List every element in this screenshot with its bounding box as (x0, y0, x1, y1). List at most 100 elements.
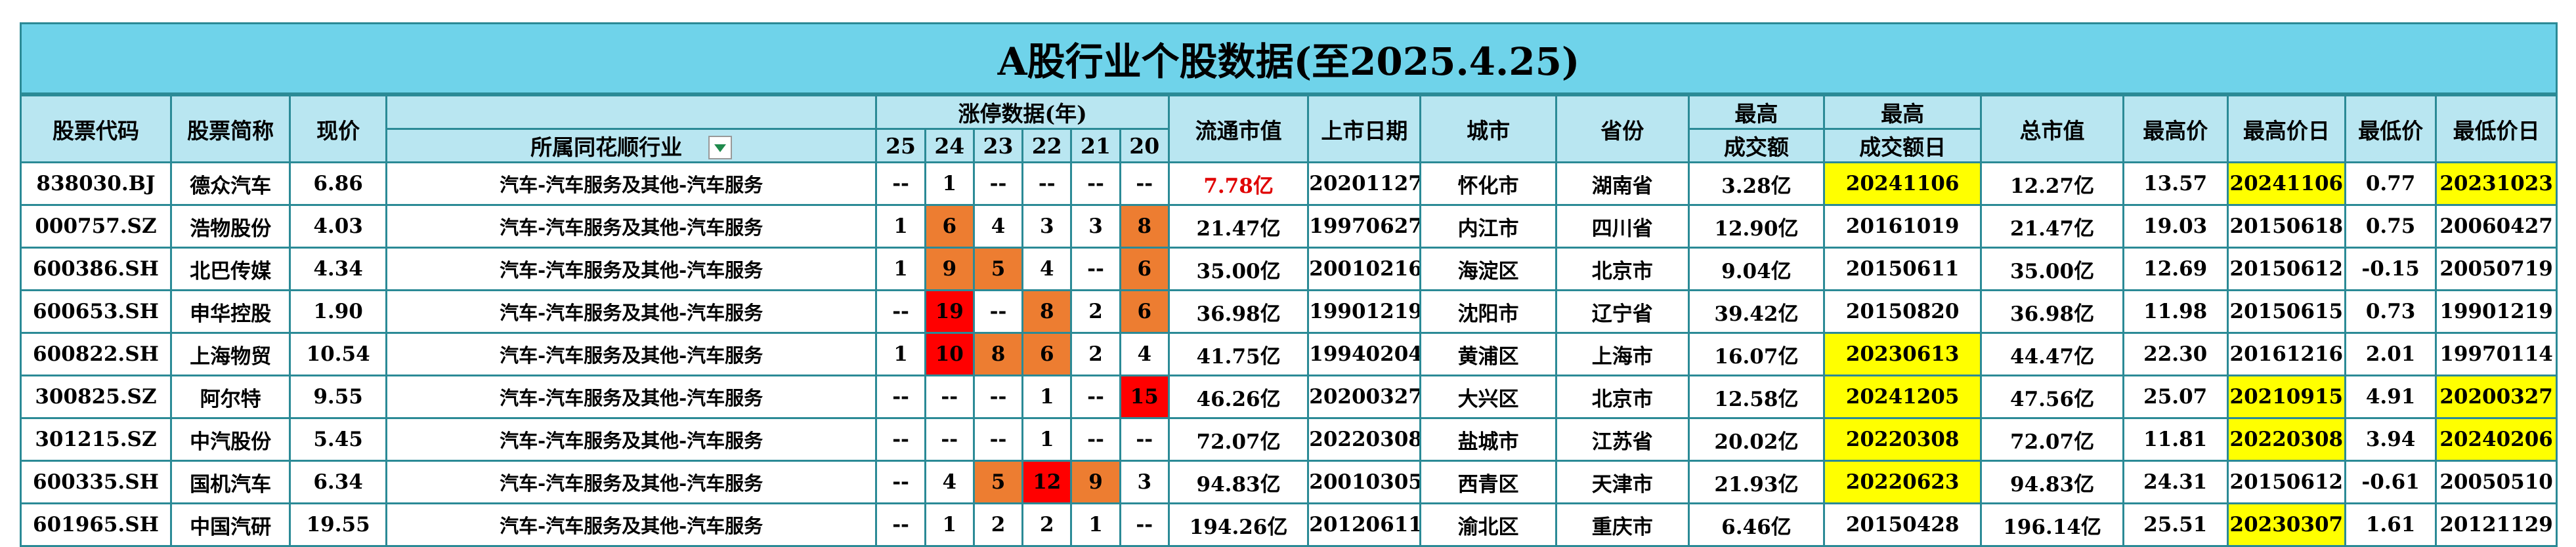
cell-limit-24[interactable]: -- (924, 375, 975, 419)
header-max-turnover[interactable]: 成交额 (1687, 128, 1826, 163)
cell-city[interactable]: 怀化市 (1419, 161, 1557, 206)
cell-limit-22[interactable]: 6 (1021, 332, 1073, 376)
cell-max-turnover-date[interactable]: 20150428 (1823, 502, 1983, 547)
cell-max-turnover-date[interactable]: 20161019 (1823, 204, 1983, 249)
cell-limit-23[interactable]: -- (972, 375, 1024, 419)
cell-province[interactable]: 辽宁省 (1555, 289, 1690, 334)
cell-limit-20[interactable]: 4 (1119, 332, 1170, 376)
header-province[interactable]: 省份 (1555, 94, 1690, 163)
cell-low-date[interactable]: 20050510 (2435, 460, 2558, 504)
cell-low-date[interactable]: 20200327 (2435, 375, 2558, 419)
cell-industry[interactable]: 汽车-汽车服务及其他-汽车服务 (385, 417, 878, 462)
cell-max-turnover[interactable]: 3.28亿 (1687, 161, 1826, 206)
header-year-21[interactable]: 21 (1070, 128, 1121, 163)
cell-code[interactable]: 838030.BJ (20, 161, 172, 206)
cell-high-date[interactable]: 20230307 (2226, 502, 2347, 547)
cell-float-cap[interactable]: 41.75亿 (1167, 332, 1310, 376)
cell-industry[interactable]: 汽车-汽车服务及其他-汽车服务 (385, 460, 878, 504)
cell-price[interactable]: 6.86 (289, 161, 387, 206)
cell-low-date[interactable]: 19970114 (2435, 332, 2558, 376)
cell-limit-24[interactable]: 10 (924, 332, 975, 376)
cell-limit-25[interactable]: -- (875, 289, 926, 334)
cell-high-price[interactable]: 11.98 (2122, 289, 2229, 334)
cell-industry[interactable]: 汽车-汽车服务及其他-汽车服务 (385, 332, 878, 376)
cell-limit-22[interactable]: 2 (1021, 502, 1073, 547)
header-year-23[interactable]: 23 (972, 128, 1024, 163)
cell-limit-25[interactable]: 1 (875, 332, 926, 376)
cell-limit-23[interactable]: -- (972, 289, 1024, 334)
cell-limit-23[interactable]: 4 (972, 204, 1024, 249)
cell-limit-25[interactable]: -- (875, 417, 926, 462)
cell-low-date[interactable]: 20060427 (2435, 204, 2558, 249)
header-code[interactable]: 股票代码 (20, 94, 172, 163)
cell-total-cap[interactable]: 12.27亿 (1980, 161, 2124, 206)
cell-limit-24[interactable]: 4 (924, 460, 975, 504)
cell-limit-22[interactable]: 8 (1021, 289, 1073, 334)
cell-low-price[interactable]: -0.61 (2344, 460, 2437, 504)
cell-limit-21[interactable]: -- (1070, 247, 1121, 291)
cell-limit-24[interactable]: 9 (924, 247, 975, 291)
cell-city[interactable]: 黄浦区 (1419, 332, 1557, 376)
cell-province[interactable]: 湖南省 (1555, 161, 1690, 206)
cell-industry[interactable]: 汽车-汽车服务及其他-汽车服务 (385, 375, 878, 419)
cell-limit-22[interactable]: 3 (1021, 204, 1073, 249)
cell-max-turnover-date[interactable]: 20220623 (1823, 460, 1983, 504)
cell-limit-25[interactable]: -- (875, 502, 926, 547)
cell-total-cap[interactable]: 72.07亿 (1980, 417, 2124, 462)
cell-limit-20[interactable]: 15 (1119, 375, 1170, 419)
cell-low-price[interactable]: 0.77 (2344, 161, 2437, 206)
table-row[interactable]: 600386.SH 北巴传媒 4.34 汽车-汽车服务及其他-汽车服务 1 9 5 4 -- 6 3… (20, 247, 2558, 291)
cell-name[interactable]: 德众汽车 (169, 161, 291, 206)
cell-max-turnover-date[interactable]: 20150611 (1823, 247, 1983, 291)
header-list-date[interactable]: 上市日期 (1307, 94, 1422, 163)
cell-max-turnover[interactable]: 39.42亿 (1687, 289, 1826, 334)
cell-name[interactable]: 中汽股份 (169, 417, 291, 462)
header-year-22[interactable]: 22 (1021, 128, 1073, 163)
cell-high-price[interactable]: 11.81 (2122, 417, 2229, 462)
cell-limit-24[interactable]: 1 (924, 161, 975, 206)
cell-province[interactable]: 上海市 (1555, 332, 1690, 376)
cell-high-date[interactable]: 20150612 (2226, 460, 2347, 504)
cell-low-date[interactable]: 20231023 (2435, 161, 2558, 206)
cell-limit-21[interactable]: 1 (1070, 502, 1121, 547)
cell-max-turnover[interactable]: 6.46亿 (1687, 502, 1826, 547)
header-total-cap[interactable]: 总市值 (1980, 94, 2124, 163)
cell-max-turnover[interactable]: 20.02亿 (1687, 417, 1826, 462)
cell-limit-20[interactable]: 6 (1119, 247, 1170, 291)
header-float-cap[interactable]: 流通市值 (1167, 94, 1310, 163)
cell-max-turnover-date[interactable]: 20220308 (1823, 417, 1983, 462)
cell-high-price[interactable]: 19.03 (2122, 204, 2229, 249)
cell-city[interactable]: 大兴区 (1419, 375, 1557, 419)
cell-limit-25[interactable]: -- (875, 460, 926, 504)
cell-province[interactable]: 天津市 (1555, 460, 1690, 504)
cell-price[interactable]: 4.34 (289, 247, 387, 291)
cell-high-date[interactable]: 20150612 (2226, 247, 2347, 291)
table-row[interactable]: 300825.SZ 阿尔特 9.55 汽车-汽车服务及其他-汽车服务 -- -- -- 1 --… (20, 375, 2558, 419)
cell-max-turnover[interactable]: 9.04亿 (1687, 247, 1826, 291)
header-industry[interactable]: 所属同花顺行业 (385, 128, 878, 163)
cell-total-cap[interactable]: 36.98亿 (1980, 289, 2124, 334)
cell-list-date[interactable]: 19940204 (1307, 332, 1422, 376)
cell-high-date[interactable]: 20210915 (2226, 375, 2347, 419)
cell-limit-21[interactable]: 2 (1070, 289, 1121, 334)
cell-list-date[interactable]: 20120611 (1307, 502, 1422, 547)
cell-name[interactable]: 浩物股份 (169, 204, 291, 249)
cell-total-cap[interactable]: 196.14亿 (1980, 502, 2124, 547)
table-row[interactable]: 838030.BJ 德众汽车 6.86 汽车-汽车服务及其他-汽车服务 -- 1 -- -- -… (20, 161, 2558, 206)
table-row[interactable]: 301215.SZ 中汽股份 5.45 汽车-汽车服务及其他-汽车服务 -- -- -- 1-… (20, 417, 2558, 462)
cell-province[interactable]: 北京市 (1555, 247, 1690, 291)
cell-limit-20[interactable]: -- (1119, 161, 1170, 206)
cell-list-date[interactable]: 20010305 (1307, 460, 1422, 504)
cell-limit-24[interactable]: -- (924, 417, 975, 462)
cell-limit-23[interactable]: 2 (972, 502, 1024, 547)
cell-list-date[interactable]: 20010216 (1307, 247, 1422, 291)
cell-limit-22[interactable]: 12 (1021, 460, 1073, 504)
cell-limit-22[interactable]: 1 (1021, 417, 1073, 462)
table-row[interactable]: 600335.SH 国机汽车 6.34 汽车-汽车服务及其他-汽车服务 -- 4 5 12 9 3… (20, 460, 2558, 504)
cell-max-turnover-date[interactable]: 20241205 (1823, 375, 1983, 419)
cell-limit-22[interactable]: -- (1021, 161, 1073, 206)
header-city[interactable]: 城市 (1419, 94, 1557, 163)
cell-max-turnover[interactable]: 12.90亿 (1687, 204, 1826, 249)
cell-code[interactable]: 600822.SH (20, 332, 172, 376)
cell-low-price[interactable]: 1.61 (2344, 502, 2437, 547)
